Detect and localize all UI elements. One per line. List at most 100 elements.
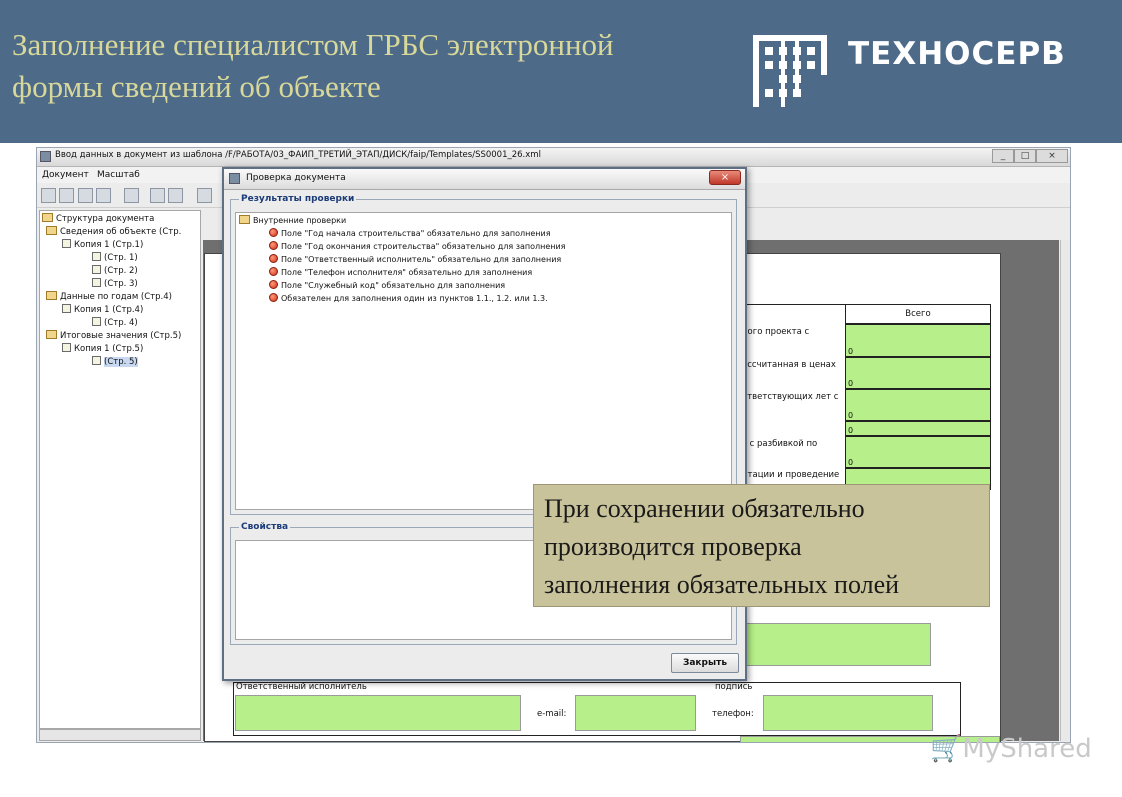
tree-node-internal-checks[interactable]: Внутренние проверки [239,215,346,227]
tree-node-yearly-data[interactable]: Данные по годам (Стр.4) [46,291,172,303]
row-label: нтации и проведение [742,470,840,480]
error-item[interactable]: Поле "Год начала строительства" обязател… [269,228,551,240]
app-window-icon [40,151,51,162]
find-icon[interactable] [96,188,111,203]
total-value: 0 [848,426,854,435]
total-value: 0 [848,347,854,356]
error-icon [269,228,278,237]
phone-label: телефон: [712,709,754,719]
results-fieldset: Результаты проверки Внутренние проверки … [230,194,737,515]
total-value: 0 [848,458,854,467]
close-window-button[interactable]: × [1036,149,1068,163]
tree-node-page-selected[interactable]: (Стр. 5) [92,356,138,368]
tree-node-page[interactable]: (Стр. 3) [92,278,138,290]
menu-scale[interactable]: Масштаб [97,170,140,180]
results-tree: Внутренние проверки Поле "Год начала стр… [235,212,732,510]
tree-horizontal-scrollbar[interactable] [39,729,201,741]
tree-node-copy[interactable]: Копия 1 (Стр.5) [62,343,143,355]
tree-node-object-info[interactable]: Сведения об объекте (Стр. [46,226,181,238]
error-item[interactable]: Поле "Служебный код" обязательно для зап… [269,280,505,292]
copy-icon [62,239,71,248]
dialog-window-icon [229,173,240,184]
row-label: ассчитанная в ценах [742,360,836,370]
total-value: 0 [848,379,854,388]
total-input[interactable] [845,436,991,468]
page-icon [92,356,101,365]
error-item[interactable]: Поле "Телефон исполнителя" обязательно д… [269,267,532,279]
page-icon [92,317,101,326]
page-next-icon[interactable] [168,188,183,203]
total-input[interactable] [845,389,991,421]
callout-line-3: заполнения обязательных полей [544,570,900,599]
company-logo-text: ТЕХНОСЕРВ [848,36,1066,72]
error-icon [269,267,278,276]
folder-icon [46,226,57,235]
tree-node-totals[interactable]: Итоговые значения (Стр.5) [46,330,181,342]
tree-node-page[interactable]: (Стр. 2) [92,265,138,277]
total-input[interactable] [845,421,991,436]
email-input[interactable] [575,695,696,731]
row-label: т с разбивкой по [742,439,818,449]
folder-icon [46,330,57,339]
print-icon[interactable] [59,188,74,203]
phone-input[interactable] [763,695,933,731]
app-titlebar: Ввод данных в документ из шаблона /F/РАБ… [37,148,1070,167]
folder-icon [42,213,53,222]
properties-legend: Свойства [239,522,291,532]
page-icon [92,278,101,287]
slide-title: Заполнение специалистом ГРБС электронной… [12,24,752,108]
tree-node-page[interactable]: (Стр. 1) [92,252,138,264]
folder-open-icon [239,215,250,224]
tehnoserv-logo-icon [753,35,827,107]
tree-node-copy[interactable]: Копия 1 (Стр.1) [62,239,143,251]
dialog-title: Проверка документа [246,173,346,183]
error-item[interactable]: Поле "Ответственный исполнитель" обязате… [269,254,561,266]
total-value: 0 [848,411,854,420]
callout-line-2: производится проверка [544,532,802,561]
close-button[interactable]: Закрыть [671,653,739,673]
executor-label: Ответственный исполнитель [236,682,367,692]
email-label: e-mail: [537,709,567,719]
copy-icon [62,304,71,313]
tree-node-root[interactable]: Структура документа [42,213,154,225]
total-input[interactable] [845,357,991,389]
cart-icon: 🛒 [930,734,963,764]
table-icon[interactable] [124,188,139,203]
executor-input[interactable] [235,695,521,731]
row-label: ного проекта с [742,327,810,337]
error-item[interactable]: Обязателен для заполнения один из пункто… [269,293,548,305]
app-window-title: Ввод данных в документ из шаблона /F/РАБ… [55,150,541,160]
row-label: ответствующих лет с [742,392,839,402]
tree-node-copy[interactable]: Копия 1 (Стр.4) [62,304,143,316]
edit-icon[interactable] [197,188,212,203]
watermark-text: MyShared [962,734,1092,764]
dialog-titlebar: Проверка документа × [224,169,745,190]
slide-title-line-2: формы сведений об объекте [12,69,381,104]
slide-title-line-1: Заполнение специалистом ГРБС электронной [12,27,614,62]
maximize-button[interactable]: □ [1014,149,1036,163]
error-icon [269,280,278,289]
dialog-close-button[interactable]: × [709,170,741,185]
tree-node-page[interactable]: (Стр. 4) [92,317,138,329]
total-input[interactable] [845,324,991,357]
minimize-button[interactable]: _ [992,149,1014,163]
page-prev-icon[interactable] [150,188,165,203]
results-legend: Результаты проверки [239,194,357,204]
green-input-field[interactable] [740,623,931,666]
page-icon [92,252,101,261]
watermark: 🛒MyShared [930,734,1100,770]
signature-label: подпись [715,682,753,692]
error-icon [269,293,278,302]
folder-icon [46,291,57,300]
error-item[interactable]: Поле "Год окончания строительства" обяза… [269,241,565,253]
menu-document[interactable]: Документ [42,170,89,180]
callout-note: При сохранении обязательно производится … [533,484,990,607]
document-icon[interactable] [78,188,93,203]
column-header-total: Всего [845,304,991,324]
vertical-scrollbar[interactable] [1060,240,1070,741]
header-banner: Заполнение специалистом ГРБС электронной… [0,0,1122,143]
callout-line-1: При сохранении обязательно [544,494,865,523]
page-icon [92,265,101,274]
save-icon[interactable] [41,188,56,203]
copy-icon [62,343,71,352]
